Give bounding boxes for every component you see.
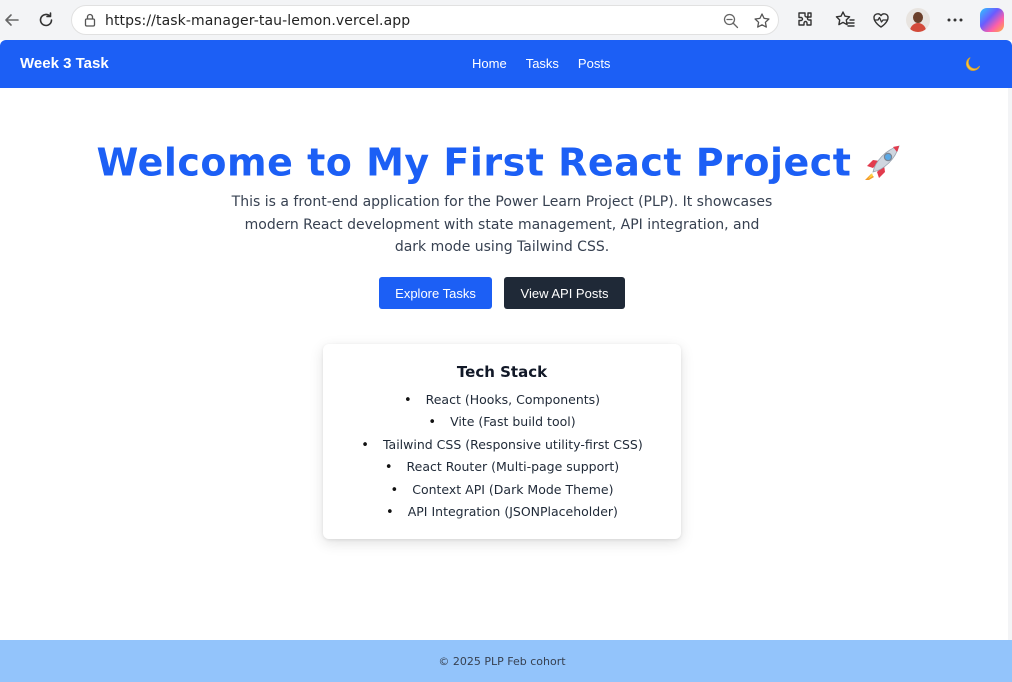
list-item: React (Hooks, Components)	[323, 389, 681, 411]
extensions-icon[interactable]	[794, 9, 816, 31]
url-text[interactable]: https://task-manager-tau-lemon.vercel.ap…	[105, 13, 410, 29]
list-item: Context API (Dark Mode Theme)	[323, 479, 681, 501]
browser-toolbar: https://task-manager-tau-lemon.vercel.ap…	[0, 0, 1012, 40]
list-item: Tailwind CSS (Responsive utility-first C…	[323, 434, 681, 456]
hero-description: This is a front-end application for the …	[231, 194, 773, 255]
refresh-icon[interactable]	[34, 8, 58, 32]
address-bar[interactable]: https://task-manager-tau-lemon.vercel.ap…	[71, 5, 779, 35]
zoom-out-icon[interactable]	[722, 12, 740, 30]
tech-stack-title: Tech Stack	[456, 363, 548, 381]
avatar-head	[913, 12, 923, 23]
nav-link-posts[interactable]: Posts	[578, 56, 611, 71]
browser-essentials-icon[interactable]	[870, 9, 892, 31]
list-item: React Router (Multi-page support)	[323, 456, 681, 478]
list-item: API Integration (JSONPlaceholder)	[323, 501, 681, 523]
list-item: Vite (Fast build tool)	[323, 411, 681, 433]
rocket-icon	[861, 142, 903, 184]
hero-title: Welcome to My First React Project	[0, 138, 1000, 185]
tech-stack-card: Tech Stack React (Hooks, Components) Vit…	[323, 344, 681, 539]
nav-link-tasks[interactable]: Tasks	[526, 56, 559, 71]
page-scrollbar[interactable]	[1008, 88, 1012, 640]
explore-tasks-button[interactable]: Explore Tasks	[379, 277, 492, 309]
profile-avatar[interactable]	[906, 8, 930, 32]
tech-stack-list: React (Hooks, Components) Vite (Fast bui…	[323, 389, 681, 523]
view-api-posts-button[interactable]: View API Posts	[504, 277, 625, 309]
favorite-star-icon[interactable]	[753, 12, 771, 30]
nav-links: Home Tasks Posts	[472, 56, 610, 71]
lock-icon[interactable]	[82, 12, 98, 28]
site-footer: © 2025 PLP Feb cohort	[0, 640, 1012, 682]
more-options-icon[interactable]	[944, 9, 966, 31]
copilot-icon[interactable]	[980, 8, 1004, 32]
moon-icon[interactable]	[963, 54, 983, 74]
footer-text: © 2025 PLP Feb cohort	[438, 655, 566, 668]
site-navbar: Week 3 Task Home Tasks Posts	[0, 40, 1012, 88]
avatar-body	[910, 23, 926, 32]
back-icon[interactable]	[0, 8, 24, 32]
hero-title-text: Welcome to My First React Project	[96, 140, 852, 185]
favorites-icon[interactable]	[834, 9, 856, 31]
brand-title[interactable]: Week 3 Task	[20, 55, 109, 72]
nav-link-home[interactable]: Home	[472, 56, 507, 71]
